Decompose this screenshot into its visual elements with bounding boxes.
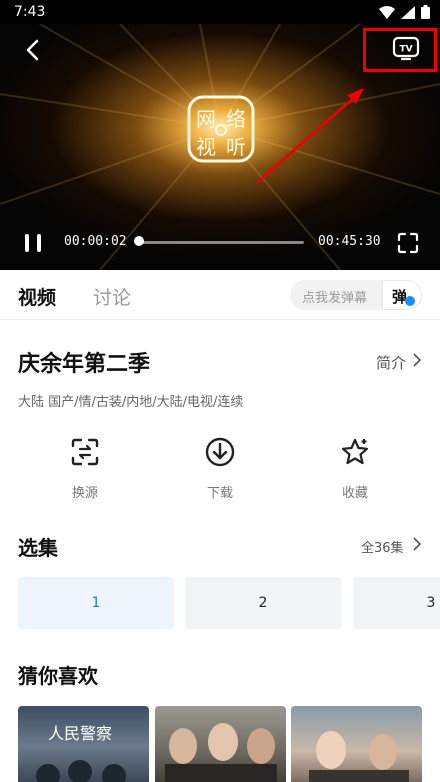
player-controls: 00:00:02 00:45:30 bbox=[0, 224, 440, 260]
tab-discuss[interactable]: 讨论 bbox=[93, 283, 131, 310]
recommendation-poster[interactable] bbox=[155, 706, 286, 782]
episode-list: 1 2 3 bbox=[0, 577, 440, 629]
recommendation-list: 人民警察 bbox=[0, 706, 440, 782]
svg-text:TV: TV bbox=[399, 45, 412, 55]
recommendation-poster[interactable]: 人民警察 bbox=[18, 706, 149, 782]
recommendations-title: 猜你喜欢 bbox=[18, 664, 98, 688]
check-badge-icon bbox=[405, 296, 415, 306]
logo-seal: 网 络 视 听 bbox=[187, 95, 255, 163]
progress-track[interactable] bbox=[136, 241, 304, 244]
danmaku-button-label: 弹 bbox=[392, 288, 408, 306]
poster-art bbox=[165, 723, 277, 782]
wifi-icon bbox=[379, 5, 395, 19]
status-icons bbox=[379, 5, 430, 19]
back-icon[interactable] bbox=[22, 38, 46, 62]
poster-art bbox=[309, 731, 409, 782]
download-label: 下载 bbox=[206, 486, 233, 501]
recommendation-poster[interactable] bbox=[291, 706, 422, 782]
battery-icon bbox=[421, 5, 430, 19]
content-tabbar: 视频 讨论 点我发弹幕 弹 bbox=[0, 270, 440, 320]
switch-source-label: 换源 bbox=[71, 486, 98, 501]
favorite-label: 收藏 bbox=[341, 486, 368, 501]
favorite-button[interactable]: 收藏 bbox=[315, 430, 395, 502]
episode-item[interactable]: 3 bbox=[353, 577, 440, 629]
download-icon bbox=[205, 437, 235, 467]
star-icon bbox=[341, 438, 369, 465]
status-bar: 7:43 bbox=[0, 0, 440, 24]
action-row: 换源 下载 收藏 bbox=[0, 430, 440, 510]
progress-thumb[interactable] bbox=[134, 236, 145, 246]
switch-source-button[interactable]: 换源 bbox=[45, 430, 125, 502]
episode-item[interactable]: 1 bbox=[18, 577, 174, 629]
total-time: 00:45:30 bbox=[318, 234, 381, 249]
chevron-right-icon[interactable] bbox=[412, 537, 422, 551]
show-title: 庆余年第二季 bbox=[18, 352, 151, 377]
episodes-title: 选集 bbox=[18, 536, 58, 560]
current-time: 00:00:02 bbox=[64, 234, 127, 249]
pause-icon[interactable] bbox=[22, 232, 44, 254]
fullscreen-icon[interactable] bbox=[397, 232, 419, 254]
switch-source-icon bbox=[71, 438, 99, 466]
svg-text:络: 络 bbox=[226, 107, 246, 131]
poster-title: 人民警察 bbox=[48, 724, 113, 743]
poster-art bbox=[36, 760, 126, 782]
tv-cast-icon[interactable]: TV bbox=[392, 36, 420, 62]
svg-text:网: 网 bbox=[196, 107, 216, 131]
danmaku-toggle-button[interactable]: 弹 bbox=[382, 280, 422, 310]
network-av-logo: 网 络 视 听 bbox=[186, 94, 256, 164]
episode-item[interactable]: 2 bbox=[185, 577, 341, 629]
video-player[interactable]: 网 络 视 听 TV 00:00:02 00:45:30 bbox=[0, 24, 440, 270]
download-button[interactable]: 下载 bbox=[180, 430, 260, 502]
show-tags: 大陆 国产/情/古装/内地/大陆/电视/连续 bbox=[18, 395, 244, 410]
signal-icon bbox=[401, 5, 415, 19]
chevron-right-icon[interactable] bbox=[412, 353, 422, 367]
svg-text:听: 听 bbox=[226, 135, 246, 159]
tab-video[interactable]: 视频 bbox=[18, 283, 56, 310]
intro-link[interactable]: 简介 bbox=[376, 352, 406, 373]
status-time: 7:43 bbox=[14, 4, 46, 20]
svg-text:视: 视 bbox=[196, 135, 216, 159]
danmaku-input[interactable]: 点我发弹幕 bbox=[290, 280, 382, 310]
all-episodes-link[interactable]: 全36集 bbox=[361, 537, 404, 556]
